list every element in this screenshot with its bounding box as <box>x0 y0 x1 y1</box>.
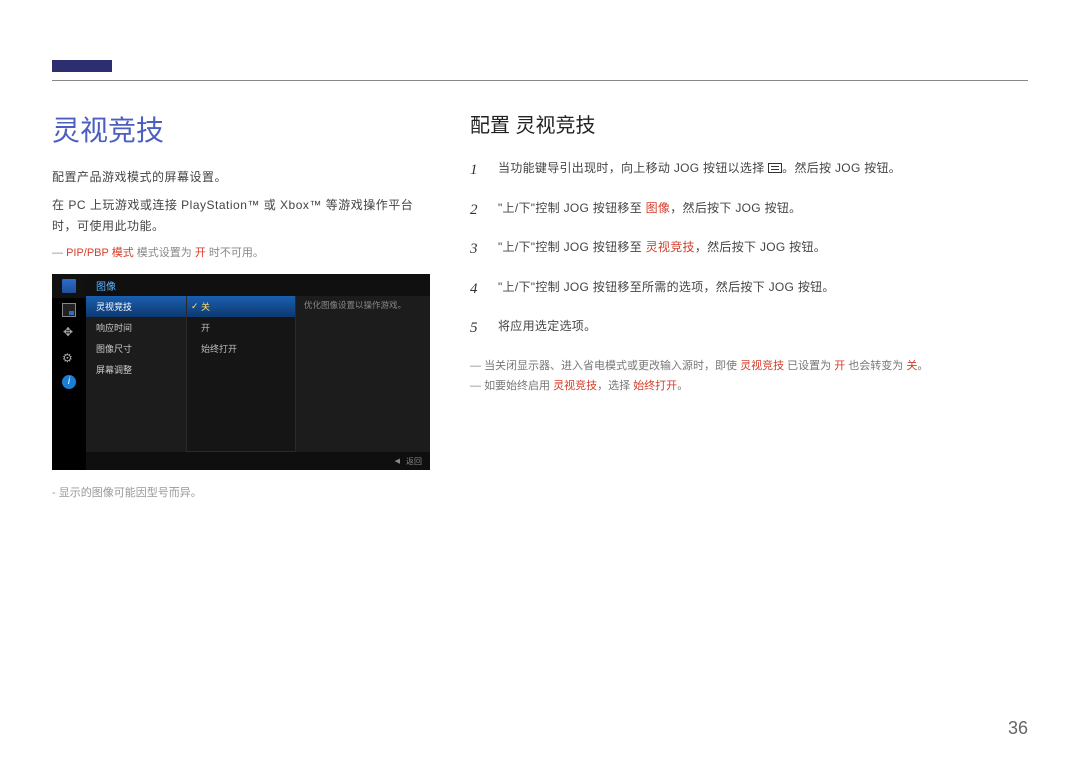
step: 2 "上/下"控制 JOG 按钮移至 图像，然后按下 JOG 按钮。 <box>470 198 1028 224</box>
osd-tab-display <box>52 322 86 346</box>
osd-sub-item: 开 <box>187 317 295 338</box>
osd-header: 图像 <box>86 274 430 296</box>
osd-footer: ◀ 返回 <box>86 452 430 470</box>
section-heading: 灵视竞技 <box>52 109 430 149</box>
pip-note-red2: 开 <box>195 247 206 259</box>
pip-icon <box>62 303 76 317</box>
intro-p2: 在 PC 上玩游戏或连接 PlayStation™ 或 Xbox™ 等游戏操作平… <box>52 195 430 236</box>
osd-sidebar <box>52 274 86 470</box>
config-notes: 当关闭显示器、进入省电模式或更改输入源时，即使 灵视竞技 已设置为 开 也会转变… <box>470 356 1028 398</box>
note-line: 如要始终启用 灵视竞技，选择 始终打开。 <box>470 376 1028 397</box>
step-number: 3 <box>470 237 484 263</box>
osd-tab-pip <box>52 298 86 322</box>
step-number: 5 <box>470 316 484 342</box>
osd-menu-item: 灵视竞技 <box>86 296 186 317</box>
back-arrow-icon: ◀ <box>395 457 400 465</box>
step: 4 "上/下"控制 JOG 按钮移至所需的选项，然后按下 JOG 按钮。 <box>470 277 1028 303</box>
osd-menu-item: 响应时间 <box>86 317 186 338</box>
step-number: 2 <box>470 198 484 224</box>
left-column: 灵视竞技 配置产品游戏模式的屏幕设置。 在 PC 上玩游戏或连接 PlaySta… <box>52 109 430 500</box>
page-number: 36 <box>1008 718 1028 739</box>
osd-submenu: 关 开 始终打开 <box>186 296 296 452</box>
menu-icon <box>768 163 782 173</box>
intro-p1: 配置产品游戏模式的屏幕设置。 <box>52 167 430 187</box>
step: 3 "上/下"控制 JOG 按钮移至 灵视竞技，然后按下 JOG 按钮。 <box>470 237 1028 263</box>
osd-screenshot: 图像 灵视竞技 响应时间 图像尺寸 屏幕调整 关 开 始终打开 <box>52 274 430 470</box>
osd-sub-item: 始终打开 <box>187 338 295 359</box>
steps-list: 1 当功能键导引出现时，向上移动 JOG 按钮以选择 。然后按 JOG 按钮。 … <box>470 158 1028 342</box>
gear-icon <box>62 351 76 365</box>
pip-note: PIP/PBP 模式 模式设置为 开 时不可用。 <box>52 244 430 260</box>
osd-menu: 灵视竞技 响应时间 图像尺寸 屏幕调整 <box>86 296 186 452</box>
step: 5 将应用选定选项。 <box>470 316 1028 342</box>
osd-back-label: 返回 <box>406 456 422 467</box>
osd-tab-settings <box>52 346 86 370</box>
step: 1 当功能键导引出现时，向上移动 JOG 按钮以选择 。然后按 JOG 按钮。 <box>470 158 1028 184</box>
info-icon <box>62 375 76 389</box>
osd-tab-info <box>52 370 86 394</box>
image-disclaimer: 显示的图像可能因型号而异。 <box>52 484 430 500</box>
step-number: 1 <box>470 158 484 184</box>
osd-menu-item: 屏幕调整 <box>86 359 186 380</box>
note-line: 当关闭显示器、进入省电模式或更改输入源时，即使 灵视竞技 已设置为 开 也会转变… <box>470 356 1028 377</box>
osd-sub-item: 关 <box>187 296 295 317</box>
monitor-icon <box>62 279 76 293</box>
config-heading: 配置 灵视竞技 <box>470 109 1028 138</box>
osd-description: 优化图像设置以操作游戏。 <box>296 296 430 452</box>
step-number: 4 <box>470 277 484 303</box>
arrows-icon <box>62 327 76 341</box>
header-accent <box>52 60 112 72</box>
pip-note-red1: PIP/PBP 模式 <box>66 247 134 259</box>
osd-tab-picture <box>52 274 86 298</box>
header-rule <box>52 80 1028 81</box>
osd-menu-item: 图像尺寸 <box>86 338 186 359</box>
right-column: 配置 灵视竞技 1 当功能键导引出现时，向上移动 JOG 按钮以选择 。然后按 … <box>470 109 1028 500</box>
